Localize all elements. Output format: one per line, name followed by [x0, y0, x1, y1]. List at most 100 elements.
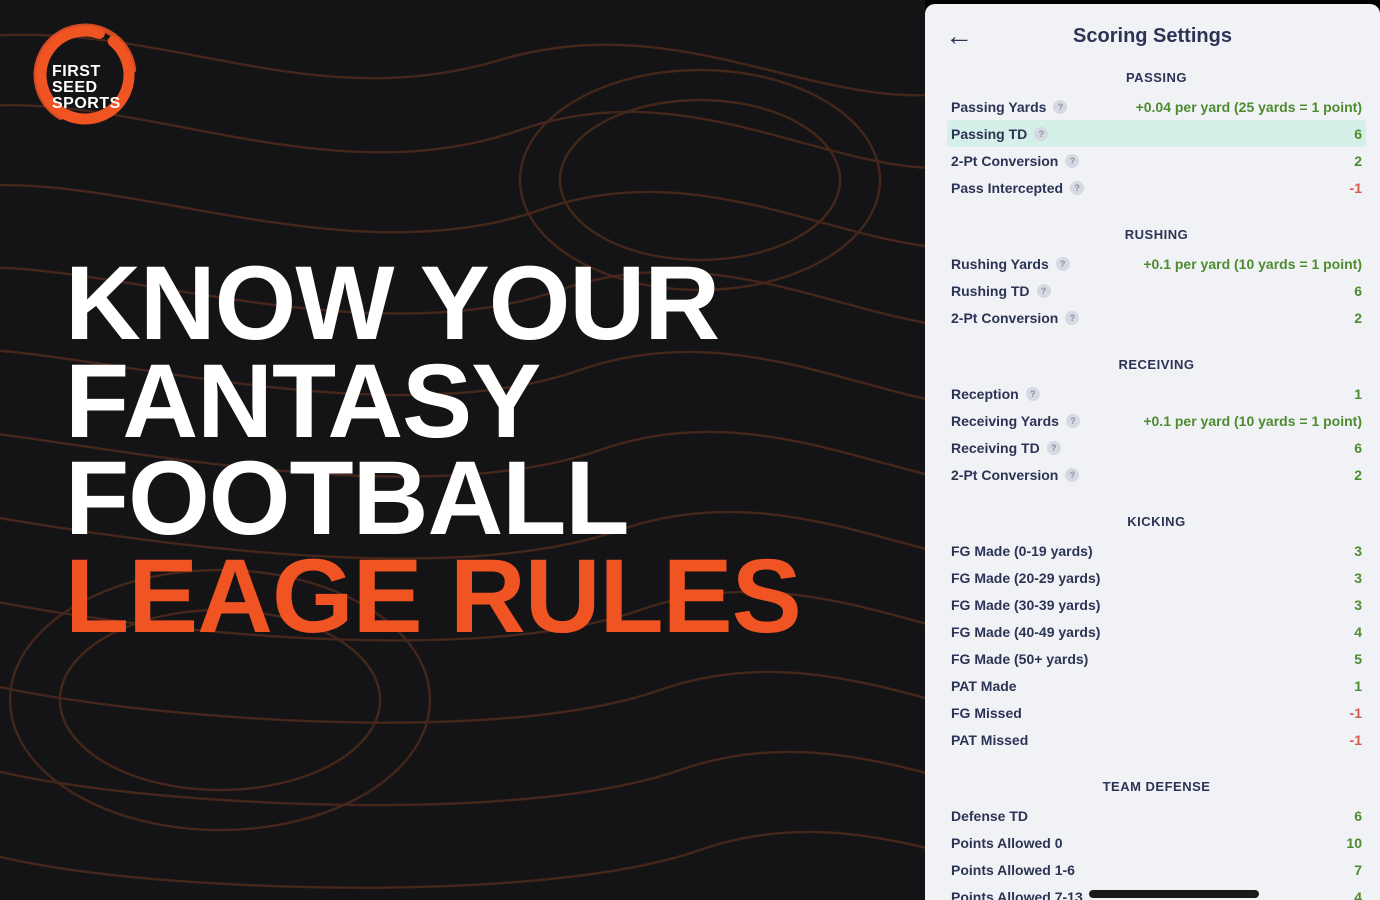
help-icon[interactable]: ? [1047, 441, 1061, 455]
horizontal-scrollbar[interactable] [1089, 890, 1259, 898]
panel-title: Scoring Settings [925, 25, 1380, 48]
scoring-row-left: 2-Pt Conversion? [951, 310, 1079, 326]
scoring-row[interactable]: Passing TD? 6 [947, 120, 1366, 147]
help-icon[interactable]: ? [1065, 311, 1079, 325]
section-heading: PASSING [947, 70, 1366, 85]
scoring-row-left: Defense TD [951, 808, 1028, 824]
scoring-row[interactable]: 2-Pt Conversion? 2 [947, 304, 1366, 331]
scoring-row-value: 3 [1354, 543, 1362, 559]
scoring-row-value: 1 [1354, 678, 1362, 694]
scoring-row-label: FG Made (50+ yards) [951, 651, 1088, 667]
help-icon[interactable]: ? [1026, 387, 1040, 401]
scoring-row-left: 2-Pt Conversion? [951, 153, 1079, 169]
scoring-row-value: 6 [1354, 283, 1362, 299]
scoring-row-left: Rushing Yards? [951, 256, 1070, 272]
scoring-row-left: Points Allowed 7-13 [951, 889, 1083, 900]
back-arrow-icon[interactable]: ← [945, 22, 973, 50]
section-heading: RECEIVING [947, 357, 1366, 372]
help-icon[interactable]: ? [1056, 257, 1070, 271]
logo-text-line1: FIRST [52, 64, 121, 80]
scoring-row-left: Receiving Yards? [951, 413, 1080, 429]
scoring-row-label: FG Made (0-19 yards) [951, 543, 1093, 559]
scoring-row-left: Receiving TD? [951, 440, 1061, 456]
scoring-row-value: 3 [1354, 597, 1362, 613]
scoring-row-left: 2-Pt Conversion? [951, 467, 1079, 483]
help-icon[interactable]: ? [1065, 154, 1079, 168]
scoring-row-label: FG Missed [951, 705, 1022, 721]
headline-line-2: FANTASY [65, 353, 801, 451]
scoring-row-label: FG Made (30-39 yards) [951, 597, 1100, 613]
scoring-row-label: Pass Intercepted [951, 180, 1063, 196]
section-heading: RUSHING [947, 227, 1366, 242]
logo-text-line2: SEED [52, 80, 121, 96]
scoring-row-label: Rushing Yards [951, 256, 1049, 272]
scoring-row-value: +0.1 per yard (10 yards = 1 point) [1143, 256, 1362, 272]
scoring-row[interactable]: Receiving Yards? +0.1 per yard (10 yards … [947, 407, 1366, 434]
headline-line-4: LEAGE RULES [65, 548, 801, 646]
scoring-row-label: Points Allowed 1-6 [951, 862, 1075, 878]
scoring-row[interactable]: Reception?1 [947, 380, 1366, 407]
scoring-row-label: Passing TD [951, 126, 1027, 142]
scoring-row[interactable]: Points Allowed 0 10 [947, 829, 1366, 856]
scoring-row-value: 5 [1354, 651, 1362, 667]
section-heading: KICKING [947, 514, 1366, 529]
scoring-row-label: PAT Missed [951, 732, 1028, 748]
scoring-row[interactable]: Pass Intercepted?-1 [947, 174, 1366, 201]
scoring-row-left: Passing TD? [951, 126, 1048, 142]
scoring-row[interactable]: PAT Missed-1 [947, 726, 1366, 753]
scoring-row-left: FG Made (30-39 yards) [951, 597, 1100, 613]
scoring-row-label: 2-Pt Conversion [951, 153, 1058, 169]
scoring-row-label: Rushing TD [951, 283, 1030, 299]
scoring-row-value: 2 [1354, 153, 1362, 169]
scoring-row-value: 10 [1346, 835, 1362, 851]
scoring-row[interactable]: Passing Yards?+0.04 per yard (25 yards =… [947, 93, 1366, 120]
scoring-row-value: 6 [1354, 126, 1362, 142]
scoring-row-value: -1 [1350, 705, 1362, 721]
scoring-row-left: Reception? [951, 386, 1040, 402]
scoring-row-label: FG Made (20-29 yards) [951, 570, 1100, 586]
scoring-row[interactable]: FG Made (40-49 yards)4 [947, 618, 1366, 645]
scoring-row[interactable]: Receiving TD?6 [947, 434, 1366, 461]
scoring-row[interactable]: Defense TD6 [947, 802, 1366, 829]
scoring-row-left: Points Allowed 1-6 [951, 862, 1075, 878]
scoring-row[interactable]: Points Allowed 1-6 7 [947, 856, 1366, 883]
scoring-row[interactable]: FG Made (0-19 yards) 3 [947, 537, 1366, 564]
scoring-row[interactable]: 2-Pt Conversion? 2 [947, 147, 1366, 174]
hero-panel: FIRST SEED SPORTS KNOW YOUR FANTASY FOOT… [0, 0, 925, 900]
scoring-row-label: Points Allowed 0 [951, 835, 1063, 851]
scoring-row-value: 2 [1354, 310, 1362, 326]
scoring-row-value: 7 [1354, 862, 1362, 878]
scoring-row[interactable]: Rushing TD? 6 [947, 277, 1366, 304]
help-icon[interactable]: ? [1037, 284, 1051, 298]
help-icon[interactable]: ? [1066, 414, 1080, 428]
help-icon[interactable]: ? [1034, 127, 1048, 141]
help-icon[interactable]: ? [1070, 181, 1084, 195]
scoring-row-left: FG Missed [951, 705, 1022, 721]
scoring-row[interactable]: FG Made (30-39 yards) 3 [947, 591, 1366, 618]
scoring-scroll-area[interactable]: PASSING Passing Yards?+0.04 per yard (25 … [925, 62, 1380, 900]
logo-text-line3: SPORTS [52, 96, 121, 112]
help-icon[interactable]: ? [1065, 468, 1079, 482]
panel-header: ← Scoring Settings [925, 4, 1380, 62]
scoring-row-value: 2 [1354, 467, 1362, 483]
headline-line-1: KNOW YOUR [65, 255, 801, 353]
scoring-row-left: Points Allowed 0 [951, 835, 1063, 851]
scoring-row[interactable]: FG Made (50+ yards) 5 [947, 645, 1366, 672]
scoring-row[interactable]: FG Made (20-29 yards)3 [947, 564, 1366, 591]
headline-line-3: FOOTBALL [65, 450, 801, 548]
scoring-row-label: PAT Made [951, 678, 1017, 694]
scoring-row[interactable]: PAT Made 1 [947, 672, 1366, 699]
scoring-row-value: +0.1 per yard (10 yards = 1 point) [1143, 413, 1362, 429]
scoring-row-left: PAT Made [951, 678, 1017, 694]
scoring-row[interactable]: Rushing Yards? +0.1 per yard (10 yards = … [947, 250, 1366, 277]
scoring-row-value: 4 [1354, 624, 1362, 640]
help-icon[interactable]: ? [1053, 100, 1067, 114]
scoring-row-left: PAT Missed [951, 732, 1028, 748]
scoring-row-left: FG Made (0-19 yards) [951, 543, 1093, 559]
headline: KNOW YOUR FANTASY FOOTBALL LEAGE RULES [65, 255, 801, 646]
section-heading: TEAM DEFENSE [947, 779, 1366, 794]
scoring-row[interactable]: 2-Pt Conversion? 2 [947, 461, 1366, 488]
scoring-row-left: FG Made (20-29 yards) [951, 570, 1100, 586]
scoring-row-label: Defense TD [951, 808, 1028, 824]
scoring-row[interactable]: FG Missed -1 [947, 699, 1366, 726]
